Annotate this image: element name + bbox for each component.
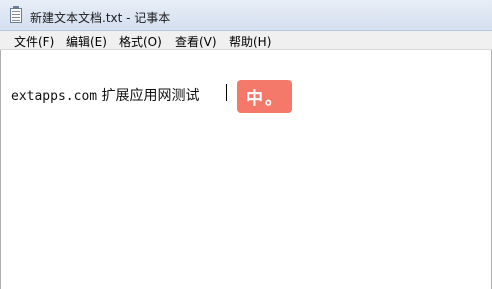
document-text-latin: extapps.com xyxy=(11,89,98,104)
menu-format[interactable]: 格式(O) xyxy=(119,33,162,50)
ime-status-badge[interactable]: 中 。 xyxy=(237,80,292,113)
document-text-cjk: 扩展应用网测试 xyxy=(97,88,200,104)
notepad-icon[interactable] xyxy=(10,6,22,23)
menu-view[interactable]: 查看(V) xyxy=(175,33,217,50)
title-bar[interactable]: 新建文本文档.txt - 记事本 xyxy=(0,0,492,31)
text-caret xyxy=(226,84,227,101)
document-text: extapps.com 扩展应用网测试 xyxy=(11,85,200,105)
ime-punct-label: 。 xyxy=(265,89,284,109)
ime-mode-label: 中 xyxy=(246,89,265,109)
window-title: 新建文本文档.txt - 记事本 xyxy=(30,11,171,25)
menu-edit[interactable]: 编辑(E) xyxy=(66,33,107,50)
menu-help[interactable]: 帮助(H) xyxy=(229,33,271,50)
menu-bar: 文件(F) 编辑(E) 格式(O) 查看(V) 帮助(H) xyxy=(0,31,492,50)
menu-file[interactable]: 文件(F) xyxy=(14,33,54,50)
